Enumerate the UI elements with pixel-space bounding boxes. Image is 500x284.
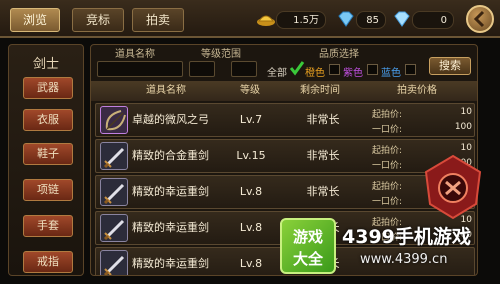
quality-purple-label: 紫色 (343, 68, 363, 79)
bow-icon (105, 110, 126, 131)
level-min-input[interactable] (189, 61, 215, 77)
item-name-label: 道具名称 (115, 49, 155, 60)
item-name: 精致的幸运重剑 (132, 221, 209, 234)
start-price: 10 (460, 107, 472, 117)
sword-icon (103, 147, 125, 169)
tab-browse[interactable]: 浏览 (10, 8, 60, 32)
category-necklace[interactable]: 项链 (23, 179, 73, 201)
buyout-price: 100 (454, 122, 472, 132)
header-price: 拍卖价格 (397, 85, 437, 96)
quality-blue-label: 蓝色 (381, 68, 401, 79)
gem-amount: 85 (356, 11, 386, 29)
quality-orange-label: 橙色 (305, 68, 325, 79)
diamond-amount: 0 (412, 11, 454, 29)
item-level: Lv.7 (239, 113, 263, 126)
tab-bidding[interactable]: 竞标 (72, 8, 124, 32)
game-emblem-logo (424, 154, 482, 220)
quality-orange-checkbox[interactable] (329, 64, 340, 75)
sword-icon (103, 183, 125, 205)
table-header: 道具名称 等级 剩余时间 拍卖价格 (91, 81, 477, 101)
category-weapon[interactable]: 武器 (23, 77, 73, 99)
sword-icon (103, 219, 125, 241)
item-name: 精致的幸运重剑 (132, 185, 209, 198)
table-row[interactable]: 卓越的微风之弓 Lv.7 非常长 起拍价: 10 一口价: 100 (95, 103, 475, 137)
buyout-price-label: 一口价: (372, 125, 403, 135)
category-sidebar: 剑士 武器 衣服 鞋子 项链 手套 戒指 (8, 44, 84, 276)
class-title: 剑士 (32, 57, 59, 72)
top-bar: 浏览 竞标 拍卖 1.5万 85 0 (0, 0, 500, 38)
item-level: Lv.15 (236, 149, 266, 162)
category-shoes[interactable]: 鞋子 (23, 143, 73, 165)
gold-amount: 1.5万 (276, 11, 326, 29)
item-time-left: 非常长 (306, 113, 340, 126)
item-level: Lv.8 (239, 221, 263, 234)
buyout-price-label: 一口价: (372, 161, 403, 171)
item-slot (100, 214, 128, 242)
start-price-label: 起拍价: (372, 182, 403, 192)
buyout-price-label: 一口价: (372, 197, 403, 207)
item-name: 卓越的微风之弓 (132, 113, 209, 126)
tab-auction[interactable]: 拍卖 (132, 8, 184, 32)
brand-text: 4399手机游戏 (342, 226, 471, 248)
blue-gem-icon (338, 11, 354, 27)
game-collection-badge: 游戏 大全 (280, 218, 336, 274)
back-button[interactable] (466, 5, 494, 33)
search-button[interactable]: 搜索 (429, 57, 471, 75)
item-level: Lv.8 (239, 185, 263, 198)
badge-text-bottom: 大全 (292, 250, 323, 268)
quality-purple-checkbox[interactable] (367, 64, 378, 75)
start-price-label: 起拍价: (372, 110, 403, 120)
header-time-left: 剩余时间 (300, 85, 340, 96)
gold-ingot-icon (257, 15, 275, 26)
quality-all-label: 全部 (267, 68, 287, 79)
badge-text-top: 游戏 (292, 228, 323, 246)
start-price-label: 起拍价: (372, 146, 403, 156)
checkmark-icon[interactable] (289, 60, 305, 76)
item-time-left: 非常长 (306, 185, 340, 198)
category-ring[interactable]: 戒指 (23, 251, 73, 273)
item-slot (100, 106, 128, 134)
header-item-name: 道具名称 (146, 85, 186, 96)
category-clothes[interactable]: 衣服 (23, 109, 73, 131)
item-name: 精致的合金重剑 (132, 149, 209, 162)
sword-icon (103, 255, 125, 275)
item-name-input[interactable] (97, 61, 183, 77)
item-slot (100, 250, 128, 275)
item-name: 精致的幸运重剑 (132, 257, 209, 270)
category-gloves[interactable]: 手套 (23, 215, 73, 237)
level-max-input[interactable] (231, 61, 257, 77)
blue-diamond-icon (394, 11, 410, 27)
brand-url: www.4399.cn (360, 252, 448, 267)
quality-blue-checkbox[interactable] (405, 64, 416, 75)
item-level: Lv.8 (239, 257, 263, 270)
header-level: 等级 (240, 85, 260, 96)
item-slot (100, 178, 128, 206)
item-time-left: 非常长 (306, 149, 340, 162)
item-slot (100, 142, 128, 170)
quality-label: 品质选择 (319, 49, 359, 60)
back-arrow-icon (473, 10, 485, 28)
level-range-label: 等级范围 (201, 49, 241, 60)
